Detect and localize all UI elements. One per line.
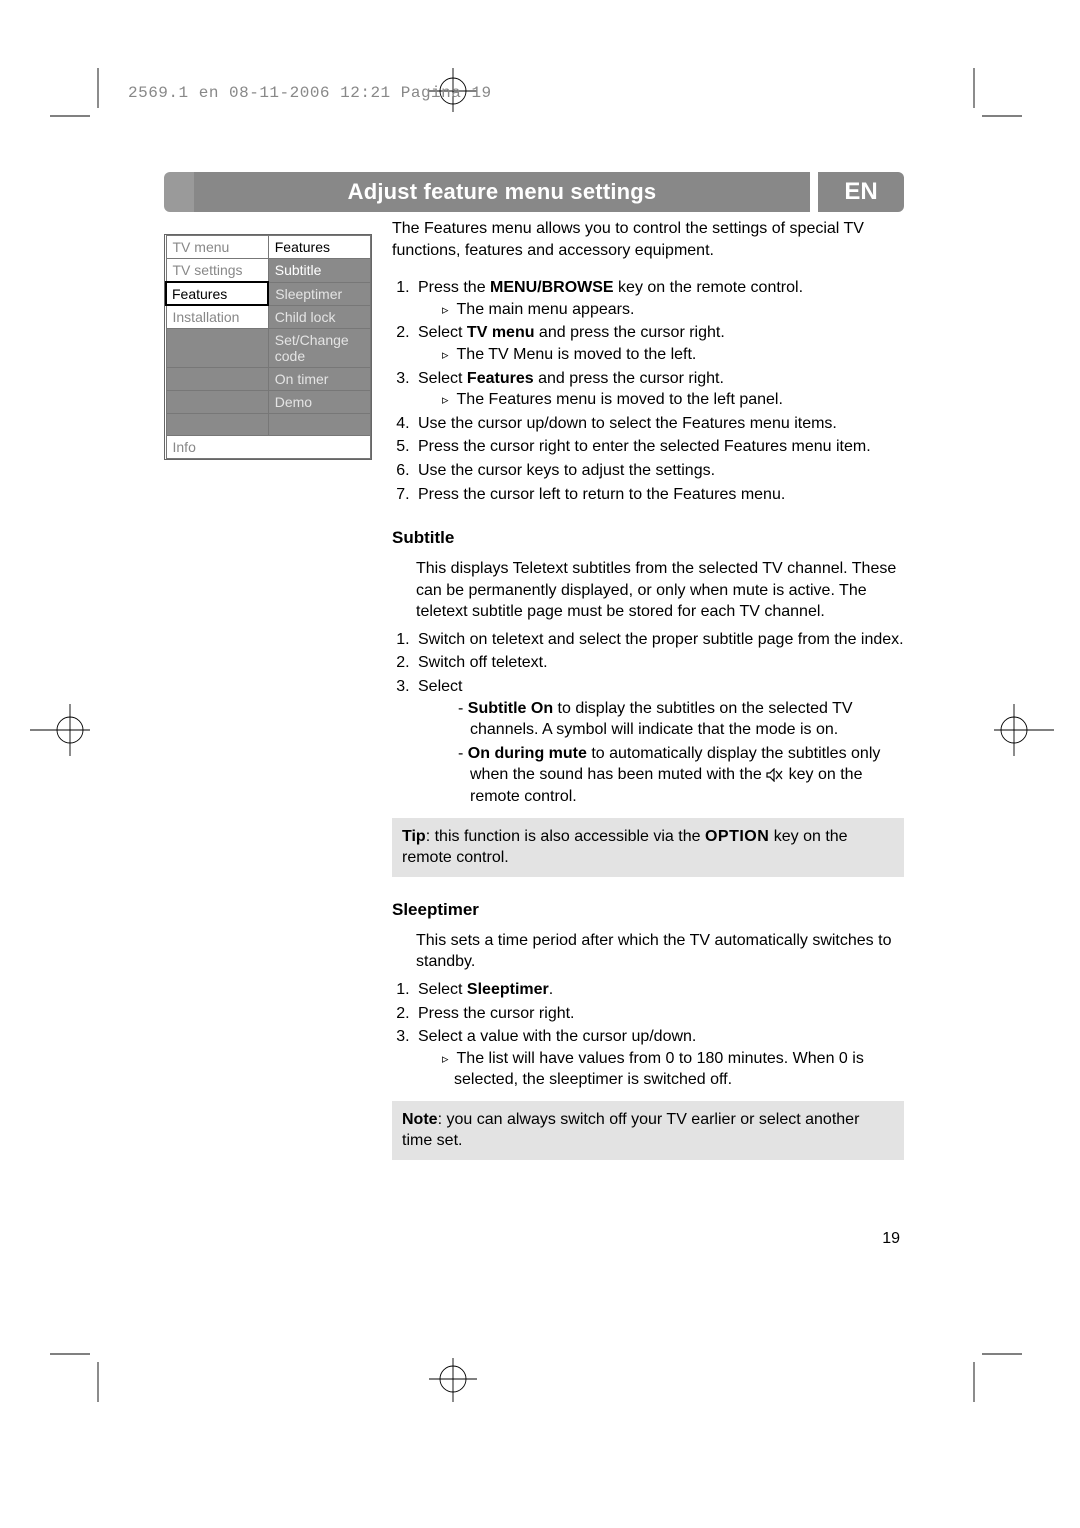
lang-badge: EN (818, 172, 904, 212)
col-header-left: TV menu (166, 236, 268, 259)
note-label: Note (402, 1111, 438, 1128)
list-item: Switch on teletext and select the proper… (414, 629, 904, 651)
option-name: Subtitle On (468, 700, 553, 717)
main-content: The Features menu allows you to control … (392, 218, 904, 1160)
subtitle-body: This displays Teletext subtitles from th… (416, 558, 904, 623)
menu-name: TV menu (467, 324, 535, 341)
list-item: Select Features and press the cursor rig… (414, 368, 904, 411)
list-item: Use the cursor up/down to select the Fea… (414, 413, 904, 435)
text: and press the cursor right. (534, 370, 724, 387)
text: Select (418, 370, 467, 387)
list-item: Select Sleeptimer. (414, 979, 904, 1001)
list-item: Switch off teletext. (414, 652, 904, 674)
title-cap (164, 172, 194, 212)
key-name: OPTION (705, 828, 769, 845)
intro-paragraph: The Features menu allows you to control … (392, 218, 904, 261)
menu-empty (166, 368, 268, 391)
result-line: The main menu appears. (442, 299, 904, 321)
tip-label: Tip (402, 828, 426, 845)
menu-item: On timer (268, 368, 370, 391)
subtitle-heading: Subtitle (392, 527, 904, 550)
menu-name: Features (467, 370, 534, 387)
list-item: Select TV menu and press the cursor righ… (414, 322, 904, 365)
title-bar: Adjust feature menu settings EN (164, 172, 904, 212)
menu-item: Subtitle (268, 259, 370, 283)
sleeptimer-body: This sets a time period after which the … (416, 930, 904, 973)
menu-empty (166, 391, 268, 414)
note-box: Note: you can always switch off your TV … (392, 1101, 904, 1160)
result-line: The TV Menu is moved to the left. (442, 344, 904, 366)
list-item: Press the cursor right. (414, 1003, 904, 1025)
menu-item: Child lock (268, 305, 370, 329)
menu-item: TV settings (166, 259, 268, 283)
list-item: Select a value with the cursor up/down. … (414, 1026, 904, 1091)
menu-item: Demo (268, 391, 370, 414)
menu-empty (166, 414, 268, 436)
text: key on the remote control. (614, 279, 803, 296)
list-item: Press the cursor left to return to the F… (414, 484, 904, 506)
menu-empty (166, 329, 268, 368)
list-item: Press the cursor right to enter the sele… (414, 436, 904, 458)
text: Select (418, 324, 467, 341)
menu-diagram: TV menu Features TV settings Subtitle Fe… (164, 234, 372, 460)
result-line: The Features menu is moved to the left p… (442, 389, 904, 411)
list-item: Press the MENU/BROWSE key on the remote … (414, 277, 904, 320)
option-name: On during mute (468, 745, 587, 762)
tip-box: Tip: this function is also accessible vi… (392, 818, 904, 877)
text: : this function is also accessible via t… (426, 828, 705, 845)
text: and press the cursor right. (534, 324, 724, 341)
text: Select a value with the cursor up/down. (418, 1028, 696, 1045)
dash-item: - On during mute to automatically displa… (458, 743, 904, 808)
menu-item-selected: Features (166, 282, 268, 305)
mute-icon (766, 768, 784, 782)
main-steps: Press the MENU/BROWSE key on the remote … (414, 277, 904, 505)
menu-empty (268, 414, 370, 436)
col-header-right: Features (268, 236, 370, 259)
menu-item: Installation (166, 305, 268, 329)
dash-item: - Subtitle On to display the subtitles o… (458, 698, 904, 741)
list-item: Select - Subtitle On to display the subt… (414, 676, 904, 808)
sleeptimer-steps: Select Sleeptimer. Press the cursor righ… (414, 979, 904, 1091)
sleeptimer-heading: Sleeptimer (392, 899, 904, 922)
key-name: MENU/BROWSE (490, 279, 614, 296)
text: Press the (418, 279, 490, 296)
menu-item: Sleeptimer (268, 282, 370, 305)
subtitle-steps: Switch on teletext and select the proper… (414, 629, 904, 808)
list-item: Use the cursor keys to adjust the settin… (414, 460, 904, 482)
text: Select (418, 678, 462, 695)
menu-item: Set/Change code (268, 329, 370, 368)
option-name: Sleeptimer (467, 981, 549, 998)
info-row: Info (166, 436, 371, 459)
page-title: Adjust feature menu settings (194, 172, 810, 212)
print-header: 2569.1 en 08-11-2006 12:21 Pagina 19 (128, 84, 492, 102)
result-line: The list will have values from 0 to 180 … (442, 1048, 904, 1091)
page-number: 19 (882, 1230, 900, 1248)
text: : you can always switch off your TV earl… (402, 1111, 859, 1150)
text: Select (418, 981, 467, 998)
text: . (549, 981, 553, 998)
